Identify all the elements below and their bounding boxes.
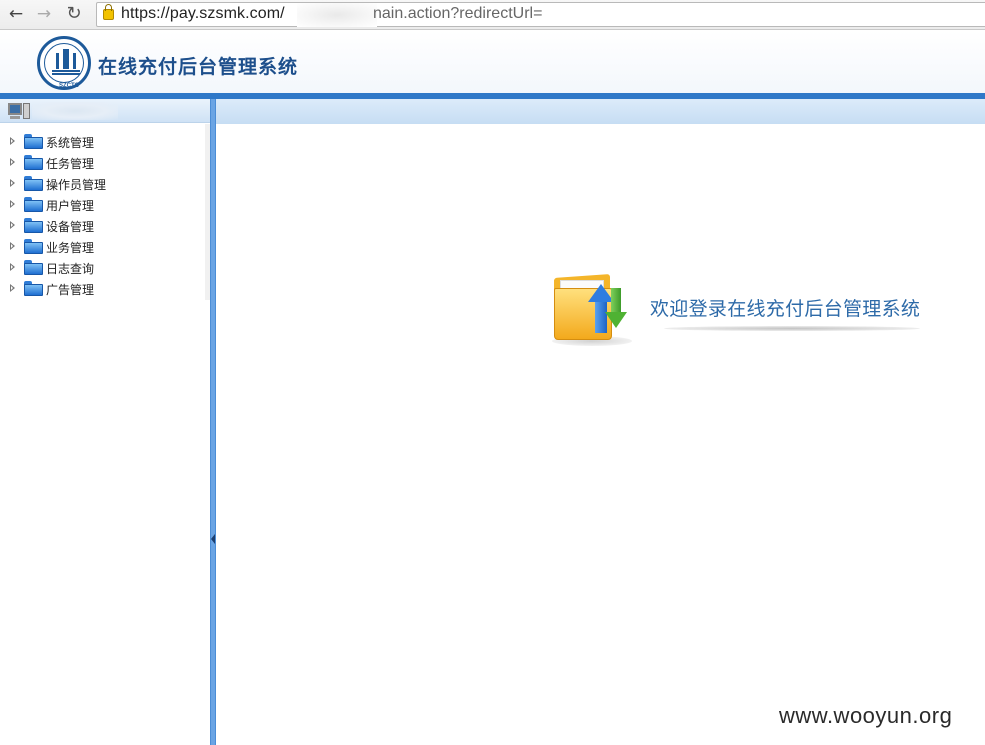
app-header: SZCTC 在线充付后台管理系统 (0, 31, 985, 93)
watermark: www.wooyun.org (779, 703, 953, 728)
lock-icon (103, 4, 114, 20)
menu-item-label: 设备管理 (46, 220, 95, 234)
folder-icon (24, 260, 43, 275)
menu-tree: 系统管理 任务管理 操作员管理 用户管理 设备管理 业务管理 日志查询 广告管理 (0, 131, 208, 299)
username-redaction (32, 102, 118, 120)
folder-icon (24, 155, 43, 170)
expand-triangle-icon[interactable] (10, 200, 15, 208)
menu-item-business[interactable]: 业务管理 (0, 236, 208, 257)
menu-item-task[interactable]: 任务管理 (0, 152, 208, 173)
menu-item-log[interactable]: 日志查询 (0, 257, 208, 278)
expand-triangle-icon[interactable] (10, 179, 15, 187)
url-text-prefix: https://pay.szsmk.com/ (121, 5, 285, 22)
expand-triangle-icon[interactable] (10, 284, 15, 292)
expand-triangle-icon[interactable] (10, 221, 15, 229)
folder-icon (24, 281, 43, 296)
menu-item-device[interactable]: 设备管理 (0, 215, 208, 236)
menu-item-label: 操作员管理 (46, 178, 107, 192)
url-text-suffix: nain.action?redirectUrl= (373, 5, 543, 22)
folder-icon (24, 176, 43, 191)
folder-transfer-icon (548, 270, 638, 350)
browser-toolbar: ← → ↻ https://pay.szsmk.com/ nain.action… (0, 0, 985, 30)
folder-icon (24, 239, 43, 254)
menu-item-label: 业务管理 (46, 241, 95, 255)
reload-icon[interactable]: ↻ (64, 4, 84, 24)
panel-splitter[interactable] (210, 99, 216, 745)
welcome-underline (664, 326, 920, 331)
welcome-message: 欢迎登录在线充付后台管理系统 (650, 298, 921, 320)
logo-text: SZCTC (59, 83, 79, 89)
address-bar[interactable]: https://pay.szsmk.com/ nain.action?redir… (96, 2, 985, 27)
menu-item-label: 日志查询 (46, 262, 95, 276)
menu-item-label: 系统管理 (46, 136, 95, 150)
menu-item-operator[interactable]: 操作员管理 (0, 173, 208, 194)
menu-item-label: 广告管理 (46, 283, 95, 297)
menu-item-label: 用户管理 (46, 199, 95, 213)
menu-item-system[interactable]: 系统管理 (0, 131, 208, 152)
computer-icon (8, 103, 30, 120)
sidebar-header (0, 99, 210, 123)
folder-icon (24, 218, 43, 233)
menu-item-user[interactable]: 用户管理 (0, 194, 208, 215)
menu-item-ad[interactable]: 广告管理 (0, 278, 208, 299)
expand-triangle-icon[interactable] (10, 158, 15, 166)
expand-triangle-icon[interactable] (10, 242, 15, 250)
app-title: 在线充付后台管理系统 (98, 56, 299, 78)
folder-icon (24, 197, 43, 212)
collapse-arrow-icon[interactable] (211, 534, 215, 544)
url-redaction (297, 3, 377, 27)
folder-icon (24, 134, 43, 149)
menu-item-label: 任务管理 (46, 157, 95, 171)
szctc-logo-icon: SZCTC (37, 36, 91, 90)
main-header-bar (216, 99, 985, 124)
expand-triangle-icon[interactable] (10, 137, 15, 145)
back-arrow-icon[interactable]: ← (6, 4, 26, 24)
sidebar: 系统管理 任务管理 操作员管理 用户管理 设备管理 业务管理 日志查询 广告管理 (0, 99, 210, 745)
forward-arrow-icon[interactable]: → (34, 4, 54, 24)
expand-triangle-icon[interactable] (10, 263, 15, 271)
